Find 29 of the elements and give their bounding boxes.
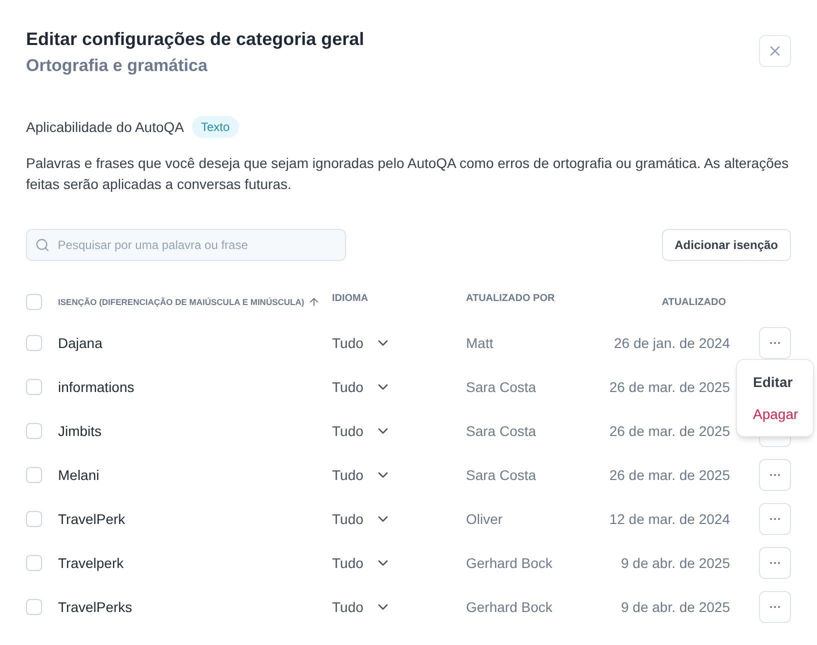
column-header: ATUALIZADO POR xyxy=(466,292,556,306)
table-cell-text: Jimbits xyxy=(58,422,103,440)
type-badge: Texto xyxy=(192,116,239,138)
table-cell-text: Sara Costa xyxy=(466,378,538,396)
applicability-label: Aplicabilidade do AutoQA xyxy=(26,118,184,137)
table-cell-text: Sara Costa xyxy=(466,422,538,440)
table-cell-text: informations xyxy=(58,378,136,396)
table-cell-text: 26 de jan. de 2024 xyxy=(613,334,730,353)
table-cell-text: Gerhard Bock xyxy=(466,598,554,616)
table-cell-text: Sara Costa xyxy=(466,466,538,484)
table-cell-text: TravelPerks xyxy=(58,598,134,616)
table-cell-text: Matt xyxy=(466,334,494,352)
table-cell-text: Dajana xyxy=(58,334,104,353)
table-cell-text: Melani xyxy=(58,466,100,484)
table-cell-text: 12 de mar. de 2024 xyxy=(608,510,730,528)
column-header: IDIOMA xyxy=(332,292,370,306)
table-cell-text: 26 de mar. de 2025 xyxy=(608,422,730,440)
table-cell-text: Travelperk xyxy=(58,554,125,573)
description-text: Palavras e frases que você deseja que sejam ignoradas pelo AutoQA como erros de ortografia ou gramática. As alterações feitas serão aplicadas a conversas futuras. xyxy=(26,154,790,194)
table-cell-text: 26 de mar. de 2025 xyxy=(608,466,730,484)
dialog-subtitle: Ortografia e gramática xyxy=(26,55,208,77)
table-cell-text: 26 de mar. de 2025 xyxy=(608,378,730,396)
column-header: ATUALIZADO xyxy=(660,296,726,310)
table-cell-text: Gerhard Bock xyxy=(466,554,554,572)
table-cell-text: 9 de abr. de 2025 xyxy=(620,554,730,572)
dialog-title: Editar configurações de categoria geral xyxy=(26,28,364,50)
table-cell-text: TravelPerk xyxy=(58,510,126,528)
table-cell-text: 9 de abr. de 2025 xyxy=(620,598,730,616)
table-cell-text: Oliver xyxy=(466,510,504,528)
